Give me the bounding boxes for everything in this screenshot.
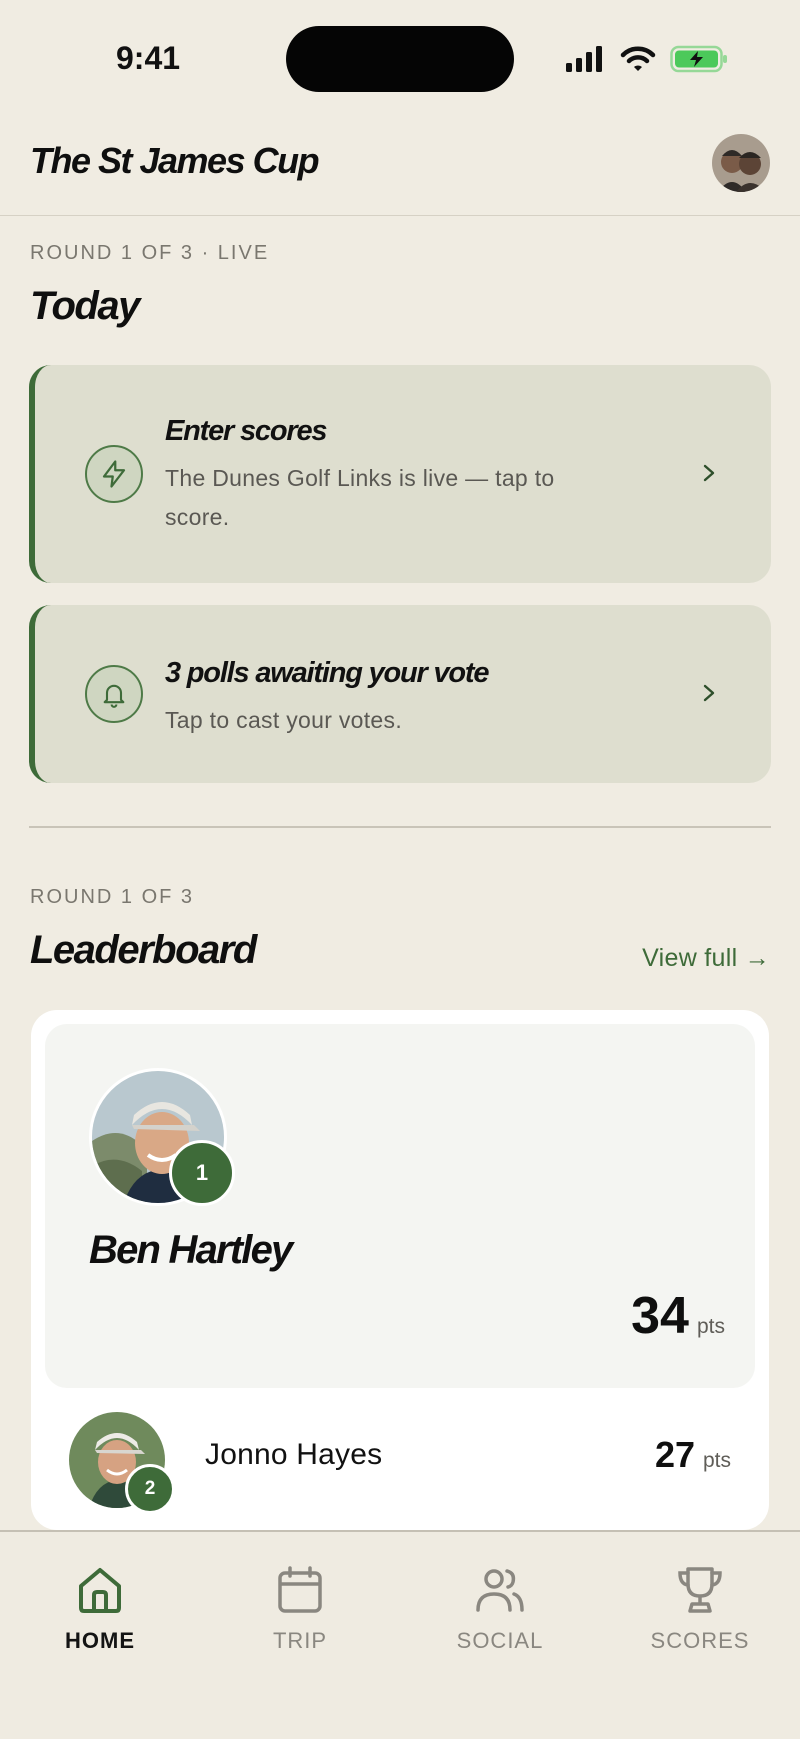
tab-scores[interactable]: SCORES [600, 1562, 800, 1654]
enter-scores-card[interactable]: Enter scores The Dunes Golf Links is liv… [29, 365, 771, 583]
chevron-right-icon [703, 684, 715, 702]
people-icon [476, 1569, 524, 1612]
rank-badge: 2 [125, 1464, 175, 1514]
tab-bar: HOME TRIP SOCIAL SCORES [0, 1530, 800, 1739]
points-unit: pts [702, 1449, 731, 1472]
profile-avatar-photo [712, 134, 770, 192]
lightning-icon [85, 445, 143, 503]
tab-label: TRIP [272, 1628, 328, 1653]
leaderboard-eyebrow: ROUND 1 OF 3 [30, 886, 195, 908]
app-header: The St James Cup [0, 112, 800, 216]
wifi-icon [620, 46, 656, 71]
tab-trip[interactable]: TRIP [200, 1562, 400, 1654]
card-title: 3 polls awaiting your vote [165, 657, 490, 689]
app-title: The St James Cup [30, 140, 320, 181]
player-points: 27 pts [655, 1434, 731, 1476]
leader-name: Ben Hartley [89, 1228, 293, 1272]
points-value: 34 [631, 1287, 689, 1345]
tab-label: SOCIAL [456, 1628, 544, 1653]
today-eyebrow: ROUND 1 OF 3 · LIVE [30, 242, 270, 264]
points-unit: pts [696, 1315, 725, 1338]
leaderboard-panel: 1 Ben Hartley 34 pts 2 Jonno Hayes 27 pt… [31, 1010, 769, 1530]
tab-label: HOME [65, 1628, 135, 1653]
leader-first-place[interactable]: 1 Ben Hartley 34 pts [45, 1024, 755, 1388]
chevron-right-icon [703, 464, 715, 482]
points-value: 27 [654, 1434, 695, 1475]
card-title: Enter scores [165, 415, 328, 447]
card-subtitle: The Dunes Golf Links is live — tap to sc… [165, 465, 555, 530]
player-name: Jonno Hayes [205, 1438, 383, 1471]
home-icon [79, 1568, 121, 1613]
cellular-signal-icon [566, 46, 602, 72]
tab-label: SCORES [650, 1628, 750, 1653]
leaderboard-title: Leaderboard [30, 928, 257, 972]
section-divider [29, 826, 771, 828]
polls-card[interactable]: 3 polls awaiting your vote Tap to cast y… [29, 605, 771, 783]
status-bar: 9:41 [0, 0, 800, 110]
leaderboard-row[interactable]: 2 Jonno Hayes 27 pts [31, 1388, 769, 1528]
calendar-icon [278, 1566, 322, 1613]
card-subtitle: Tap to cast your votes. [165, 707, 403, 733]
battery-charging-icon [670, 45, 727, 73]
view-full-link[interactable]: View full → [642, 944, 770, 973]
tab-home[interactable]: HOME [0, 1562, 200, 1654]
rank-badge: 1 [169, 1140, 235, 1206]
bell-icon [85, 665, 143, 723]
leader-points: 34 pts [631, 1286, 725, 1346]
status-icons [566, 44, 728, 74]
trophy-icon [678, 1567, 722, 1613]
tab-social[interactable]: SOCIAL [400, 1562, 600, 1654]
today-title: Today [30, 284, 140, 328]
status-time: 9:41 [116, 40, 181, 76]
profile-avatar[interactable] [712, 134, 770, 192]
dynamic-island [286, 26, 514, 92]
